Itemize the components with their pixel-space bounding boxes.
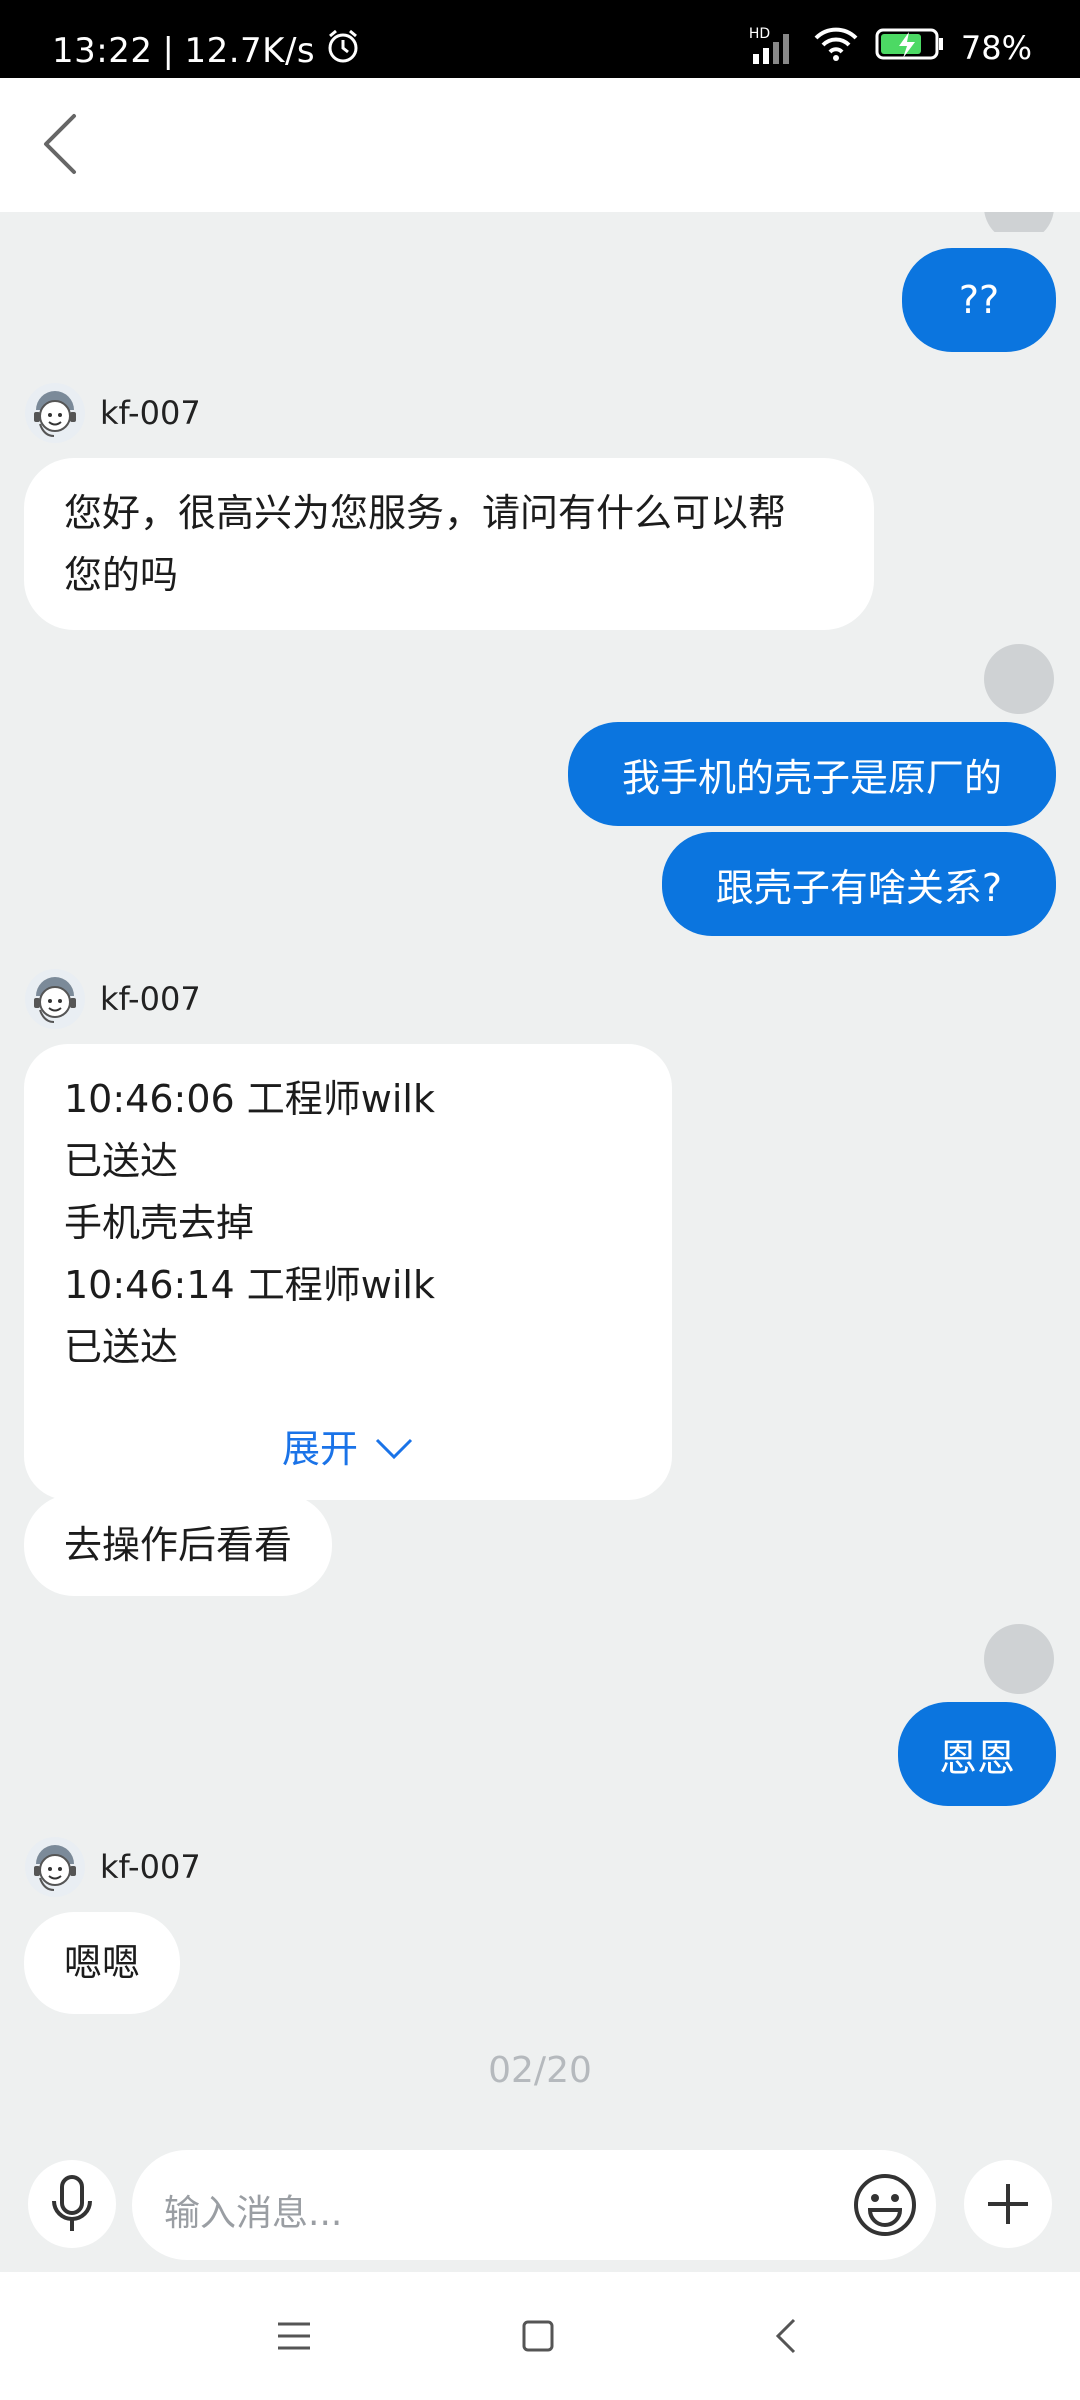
input-bar: 输入消息... bbox=[0, 2142, 1080, 2272]
status-separator: | bbox=[162, 30, 175, 71]
wifi-icon bbox=[813, 26, 859, 70]
input-placeholder: 输入消息... bbox=[164, 2193, 343, 2234]
battery-level: 78% bbox=[960, 29, 1032, 67]
battery-charging-icon bbox=[875, 26, 945, 70]
add-button[interactable] bbox=[964, 2160, 1052, 2248]
user-avatar bbox=[984, 212, 1054, 232]
status-bar: 13:22 | 12.7K/s HD 78% bbox=[0, 0, 1080, 78]
menu-icon bbox=[278, 2322, 310, 2350]
plus-icon bbox=[988, 2184, 1028, 2224]
system-nav-bar bbox=[0, 2272, 1080, 2400]
message-incoming[interactable]: 嗯嗯 bbox=[24, 1912, 181, 2014]
home-nav-button[interactable] bbox=[516, 2314, 560, 2358]
message-card[interactable]: 10:46:06 工程师wilk 已送达 手机壳去掉 10:46:14 工程师w… bbox=[24, 1044, 672, 1500]
user-avatar bbox=[984, 644, 1054, 714]
home-square-icon bbox=[522, 2320, 554, 2352]
message-outgoing[interactable]: 我手机的壳子是原厂的 bbox=[568, 722, 1056, 826]
sender-name: kf-007 bbox=[100, 1848, 201, 1886]
sender-name: kf-007 bbox=[100, 394, 201, 432]
agent-avatar-icon bbox=[25, 969, 85, 1029]
emoji-icon[interactable] bbox=[852, 2172, 918, 2238]
expand-button[interactable]: 展开 bbox=[64, 1408, 632, 1480]
back-button[interactable] bbox=[24, 108, 96, 180]
message-outgoing[interactable]: 恩恩 bbox=[898, 1702, 1056, 1806]
status-right: HD 78% bbox=[749, 26, 1032, 70]
sender-name: kf-007 bbox=[100, 980, 201, 1018]
chevron-left-icon bbox=[44, 114, 76, 174]
message-incoming[interactable]: 去操作后看看 bbox=[24, 1494, 333, 1596]
network-badge: HD bbox=[748, 26, 771, 42]
chat-area[interactable]: ?? kf-007 您好，很高兴为您服务，请问有什么可以帮 您的吗 我手机的壳子… bbox=[0, 212, 1080, 2142]
expand-label: 展开 bbox=[281, 1427, 358, 1471]
status-time: 13:22 bbox=[52, 30, 153, 71]
signal-icon: HD bbox=[749, 26, 797, 66]
back-nav-button[interactable] bbox=[764, 2314, 808, 2358]
message-outgoing[interactable]: 跟壳子有啥关系? bbox=[662, 832, 1056, 936]
sender-row: kf-007 bbox=[24, 1836, 201, 1898]
message-incoming[interactable]: 您好，很高兴为您服务，请问有什么可以帮 您的吗 bbox=[24, 458, 874, 630]
sender-row: kf-007 bbox=[24, 968, 201, 1030]
sender-row: kf-007 bbox=[24, 382, 201, 444]
status-left: 13:22 | 12.7K/s bbox=[52, 28, 361, 73]
message-input[interactable]: 输入消息... bbox=[132, 2150, 936, 2260]
alarm-icon bbox=[325, 28, 361, 73]
message-outgoing[interactable]: ?? bbox=[902, 248, 1056, 352]
back-triangle-icon bbox=[775, 2318, 796, 2354]
user-avatar bbox=[984, 1624, 1054, 1694]
agent-avatar-icon bbox=[25, 1837, 85, 1897]
voice-button[interactable] bbox=[28, 2160, 116, 2248]
menu-nav-button[interactable] bbox=[272, 2314, 316, 2358]
status-net-speed: 12.7K/s bbox=[184, 30, 316, 71]
page-counter: 02/20 bbox=[488, 2050, 592, 2091]
chevron-down-icon bbox=[375, 1438, 413, 1460]
chat-header bbox=[0, 78, 1080, 212]
microphone-icon bbox=[52, 2175, 92, 2231]
agent-avatar-icon bbox=[25, 383, 85, 443]
